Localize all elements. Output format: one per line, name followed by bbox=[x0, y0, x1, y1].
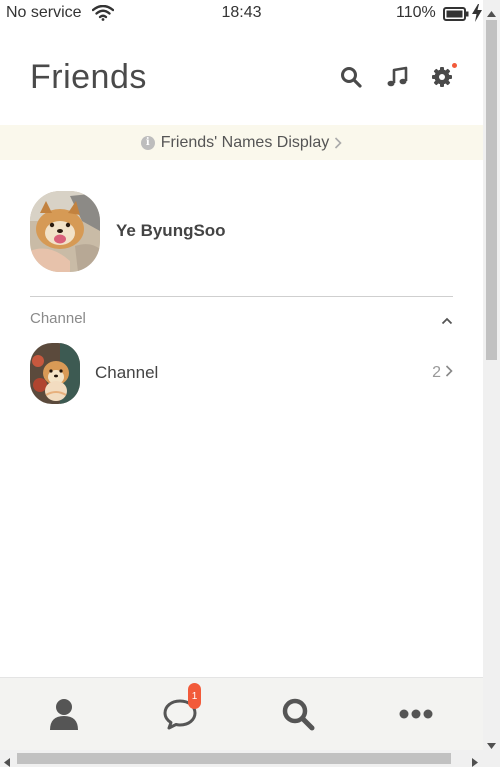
battery-percent: 110% bbox=[396, 4, 436, 21]
section-divider bbox=[30, 296, 453, 297]
my-profile[interactable]: Ye ByungSoo bbox=[30, 190, 453, 272]
scroll-right-arrow-icon[interactable] bbox=[472, 754, 478, 767]
channel-count: 2 bbox=[432, 364, 441, 381]
chevron-up-icon[interactable] bbox=[441, 312, 453, 330]
channel-name: Channel bbox=[95, 363, 159, 382]
carrier-label: No service bbox=[6, 4, 82, 21]
unread-badge: 1 bbox=[188, 683, 201, 709]
vertical-scroll-thumb[interactable] bbox=[486, 20, 497, 360]
list-item[interactable]: Channel 2 bbox=[30, 342, 453, 404]
settings-icon[interactable] bbox=[430, 65, 454, 89]
chevron-right-icon bbox=[334, 136, 342, 149]
friends-names-display-banner[interactable]: i Friends' Names Display bbox=[0, 125, 483, 160]
wifi-icon bbox=[91, 4, 115, 26]
status-bar: No service 18:43 110% bbox=[0, 0, 483, 28]
channel-section-header[interactable]: Channel bbox=[30, 310, 453, 330]
info-icon: i bbox=[140, 135, 155, 150]
channel-avatar bbox=[30, 342, 80, 404]
profile-name: Ye ByungSoo bbox=[116, 221, 226, 240]
avatar bbox=[30, 190, 100, 272]
search-icon[interactable] bbox=[339, 65, 363, 89]
horizontal-scrollbar[interactable] bbox=[0, 750, 500, 767]
more-tab-icon[interactable] bbox=[398, 696, 434, 732]
header: Friends bbox=[0, 28, 483, 125]
friends-tab-icon[interactable] bbox=[46, 696, 82, 732]
section-label: Channel bbox=[30, 310, 86, 327]
banner-label: Friends' Names Display bbox=[160, 133, 330, 151]
horizontal-scroll-thumb[interactable] bbox=[17, 753, 451, 764]
music-icon[interactable] bbox=[385, 65, 409, 89]
scroll-left-arrow-icon[interactable] bbox=[4, 754, 10, 767]
charging-icon bbox=[472, 4, 482, 27]
page-title: Friends bbox=[30, 58, 147, 96]
search-tab-icon[interactable] bbox=[280, 696, 316, 732]
chevron-right-icon bbox=[445, 364, 453, 382]
vertical-scrollbar[interactable] bbox=[483, 0, 500, 750]
battery-icon bbox=[443, 7, 469, 26]
notification-dot bbox=[452, 63, 457, 68]
bottom-nav bbox=[0, 677, 483, 750]
